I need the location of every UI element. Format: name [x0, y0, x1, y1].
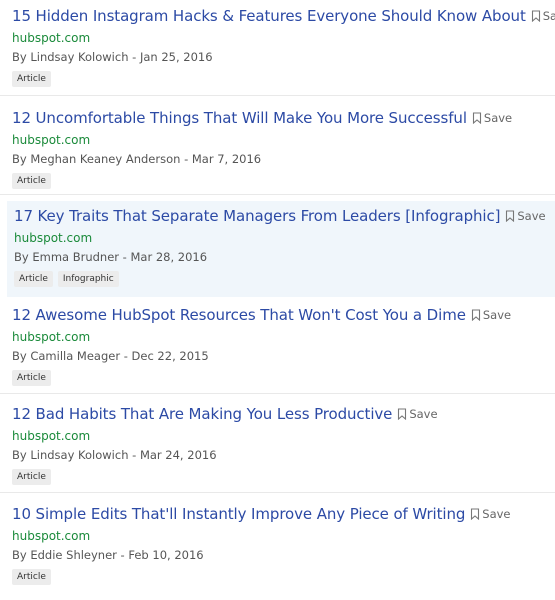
result-domain: hubspot.com: [12, 529, 91, 543]
result-item: 15 Hidden Instagram Hacks & Features Eve…: [0, 0, 555, 96]
result-title-link[interactable]: 15 Hidden Instagram Hacks & Features Eve…: [12, 6, 526, 26]
result-tags: Article: [12, 469, 555, 485]
save-button[interactable]: Save: [505, 209, 546, 223]
result-title-link[interactable]: 12 Bad Habits That Are Making You Less P…: [12, 404, 392, 424]
tag-article[interactable]: Article: [12, 173, 51, 189]
result-tags: Article: [12, 569, 555, 585]
result-byline: By Emma Brudner - Mar 28, 2016: [14, 250, 208, 264]
save-label: Save: [482, 507, 511, 521]
save-button[interactable]: Save: [397, 407, 438, 421]
result-tags: Article: [12, 173, 555, 189]
save-label: Save: [409, 407, 438, 421]
bookmark-icon: [398, 408, 407, 420]
result-title-row: 12 Uncomfortable Things That Will Make Y…: [12, 108, 555, 128]
result-byline: By Eddie Shleyner - Feb 10, 2016: [12, 548, 204, 562]
result-title-row: 17 Key Traits That Separate Managers Fro…: [14, 206, 555, 226]
result-title-row: 12 Awesome HubSpot Resources That Won't …: [12, 305, 555, 325]
result-tags: Article: [12, 71, 555, 87]
tag-article[interactable]: Article: [12, 370, 51, 386]
tag-article[interactable]: Article: [12, 71, 51, 87]
result-tags: Article Infographic: [14, 271, 555, 287]
result-title-row: 10 Simple Edits That'll Instantly Improv…: [12, 504, 555, 524]
result-domain: hubspot.com: [12, 31, 91, 45]
save-label: Save: [482, 308, 512, 322]
bookmark-icon: [531, 10, 540, 22]
result-title-link[interactable]: 12 Uncomfortable Things That Will Make Y…: [12, 108, 467, 128]
bookmark-icon: [472, 112, 481, 124]
save-label: Save: [517, 209, 546, 223]
bookmark-icon: [471, 309, 480, 321]
result-domain: hubspot.com: [14, 231, 93, 245]
result-tags: Article: [12, 370, 555, 386]
bookmark-icon: [506, 210, 515, 222]
result-title-link[interactable]: 12 Awesome HubSpot Resources That Won't …: [12, 305, 466, 325]
result-title-link[interactable]: 17 Key Traits That Separate Managers Fro…: [14, 206, 500, 226]
result-item: 12 Uncomfortable Things That Will Make Y…: [0, 97, 555, 195]
result-byline: By Meghan Keaney Anderson - Mar 7, 2016: [12, 152, 262, 166]
save-button[interactable]: Save: [531, 9, 555, 23]
result-item: 17 Key Traits That Separate Managers Fro…: [7, 201, 555, 297]
result-title-link[interactable]: 10 Simple Edits That'll Instantly Improv…: [12, 504, 465, 524]
save-button[interactable]: Save: [471, 308, 511, 322]
save-label: Save: [542, 9, 555, 23]
save-label: Save: [483, 111, 513, 125]
result-item: 10 Simple Edits That'll Instantly Improv…: [0, 494, 555, 600]
save-button[interactable]: Save: [470, 507, 511, 521]
save-button[interactable]: Save: [472, 111, 512, 125]
tag-article[interactable]: Article: [14, 271, 53, 287]
result-domain: hubspot.com: [12, 330, 91, 344]
result-byline: By Camilla Meager - Dec 22, 2015: [12, 349, 209, 363]
result-byline: By Lindsay Kolowich - Mar 24, 2016: [12, 448, 217, 462]
bookmark-icon: [471, 508, 480, 520]
result-domain: hubspot.com: [12, 133, 91, 147]
result-title-row: 12 Bad Habits That Are Making You Less P…: [12, 404, 555, 424]
result-title-row: 15 Hidden Instagram Hacks & Features Eve…: [12, 6, 555, 26]
result-byline: By Lindsay Kolowich - Jan 25, 2016: [12, 50, 213, 64]
tag-article[interactable]: Article: [12, 569, 51, 585]
result-item: 12 Bad Habits That Are Making You Less P…: [0, 395, 555, 493]
tag-article[interactable]: Article: [12, 469, 51, 485]
result-domain: hubspot.com: [12, 429, 91, 443]
tag-infographic[interactable]: Infographic: [57, 271, 119, 287]
result-item: 12 Awesome HubSpot Resources That Won't …: [0, 298, 555, 394]
